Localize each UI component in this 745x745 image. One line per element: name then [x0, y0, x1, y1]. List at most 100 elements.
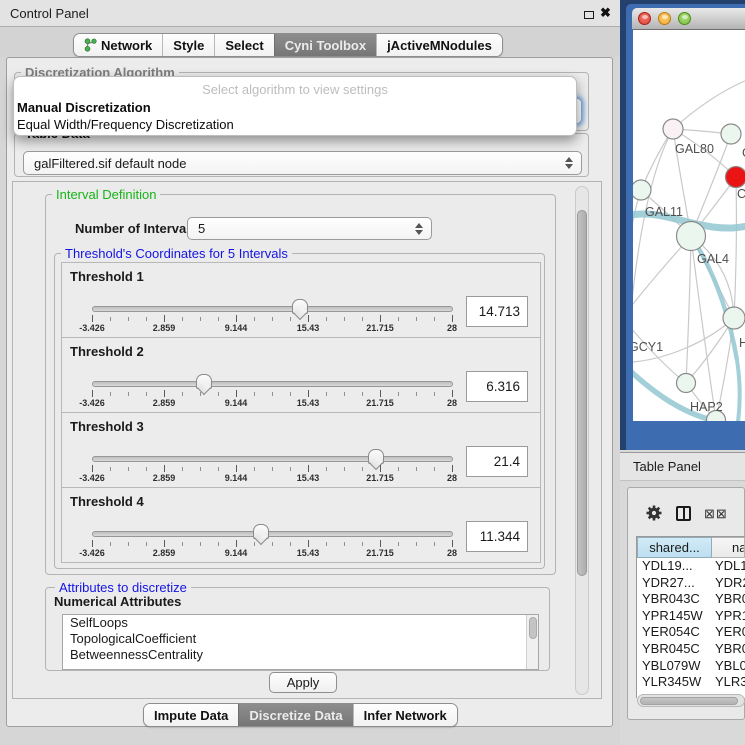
table-row[interactable]: YDL19...YDL1 — [637, 558, 745, 575]
threshold-3-slider-track[interactable] — [92, 456, 453, 462]
zoom-window-icon[interactable] — [678, 12, 691, 25]
network-node-label: C — [737, 187, 745, 201]
network-window-titlebar[interactable] — [632, 8, 745, 30]
column-header-name[interactable]: na — [712, 537, 745, 558]
threshold-3-slider-thumb[interactable] — [368, 449, 384, 464]
split-columns-icon[interactable] — [676, 506, 691, 521]
table-row[interactable]: YBL079WYBL0 — [637, 658, 745, 675]
cell: YER0 — [712, 624, 745, 641]
network-node[interactable] — [726, 167, 745, 188]
cyni-bottom-tabbar: Impute Data Discretize Data Infer Networ… — [143, 703, 458, 727]
table-row[interactable]: YDR27...YDR2 — [637, 575, 745, 592]
apply-button[interactable]: Apply — [269, 672, 337, 693]
settings-scrollbar-thumb[interactable] — [577, 210, 587, 576]
network-node[interactable] — [663, 119, 683, 139]
table-row[interactable]: YLR345WYLR3 — [637, 674, 745, 691]
tick-label: 15.43 — [297, 473, 320, 483]
tick-label: -3.426 — [79, 473, 105, 483]
panel-title: Control Panel — [10, 6, 89, 21]
close-panel-icon[interactable]: ✖ — [600, 5, 611, 21]
tab-network[interactable]: Network — [74, 34, 162, 56]
table-horizontal-scrollbar-thumb[interactable] — [640, 697, 738, 705]
tick-label: 2.859 — [153, 323, 176, 333]
cell: YER054C — [637, 624, 712, 641]
table-row[interactable]: YPR145WYPR1 — [637, 608, 745, 625]
network-view-canvas[interactable]: GAL80GAGAL11CGAL4GCY1HHAP2 — [633, 30, 745, 421]
tab-impute-data[interactable]: Impute Data — [144, 704, 238, 726]
network-node-label: GAL80 — [675, 142, 714, 156]
table-row[interactable]: YER054CYER0 — [637, 624, 745, 641]
tab-jactivemnodules[interactable]: jActiveMNodules — [376, 34, 502, 56]
network-node[interactable] — [677, 222, 706, 251]
attributes-list-scrollbar[interactable] — [526, 615, 538, 669]
table-data-group: Table Data galFiltered.sif default node — [14, 133, 589, 177]
table-horizontal-scrollbar[interactable] — [637, 694, 745, 707]
tick-label: 9.144 — [225, 473, 248, 483]
attributes-group: Attributes to discretize Numerical Attri… — [45, 587, 550, 671]
slider-major-ticks — [92, 465, 453, 472]
network-node[interactable] — [721, 124, 741, 144]
close-window-icon[interactable] — [638, 12, 651, 25]
threshold-2-panel: Threshold 2 -3.426 2.859 9.144 15.43 21.… — [61, 337, 541, 413]
select-none-checkbox-icon[interactable]: ⊠ — [716, 507, 727, 520]
tick-label: 9.144 — [225, 548, 248, 558]
table-panel-titlebar: Table Panel — [620, 452, 745, 481]
threshold-1-slider-track[interactable] — [92, 306, 453, 312]
tick-label: 28 — [447, 473, 457, 483]
slider-major-ticks — [92, 390, 453, 397]
number-of-intervals-combobox[interactable]: 5 — [187, 217, 432, 240]
list-item[interactable]: BetweennessCentrality — [63, 647, 538, 663]
network-node[interactable] — [633, 180, 651, 200]
network-node-label: GAL4 — [697, 252, 729, 266]
popup-option-equal-width-frequency[interactable]: Equal Width/Frequency Discretization — [17, 117, 234, 132]
float-panel-icon[interactable] — [584, 11, 594, 19]
tab-style[interactable]: Style — [162, 34, 214, 56]
threshold-2-value-field[interactable]: 6.316 — [466, 371, 528, 402]
tab-cyni-toolbox[interactable]: Cyni Toolbox — [274, 34, 376, 56]
threshold-rows: Threshold 1 -3.426 2.859 9.144 15.43 21.… — [61, 263, 541, 563]
cell: YBR045C — [637, 641, 712, 658]
network-node-label: GCY1 — [633, 340, 663, 354]
tick-label: 9.144 — [225, 398, 248, 408]
threshold-4-label: Threshold 4 — [70, 494, 144, 509]
threshold-2-label: Threshold 2 — [70, 344, 144, 359]
numerical-attributes-list[interactable]: SelfLoops TopologicalCoefficient Between… — [62, 614, 539, 670]
select-all-checkbox-icon[interactable]: ⊠ — [704, 507, 715, 520]
network-node[interactable] — [677, 374, 696, 393]
tick-label: 21.715 — [366, 548, 394, 558]
list-item[interactable]: SelfLoops — [63, 615, 538, 631]
tick-label: 15.43 — [297, 398, 320, 408]
threshold-3-value-field[interactable]: 21.4 — [466, 446, 528, 477]
cell: YLR3 — [712, 674, 745, 691]
column-header-shared-name[interactable]: shared... — [637, 537, 712, 558]
table-row[interactable]: YBR045CYBR0 — [637, 641, 745, 658]
minimize-window-icon[interactable] — [658, 12, 671, 25]
node-attribute-table[interactable]: shared... na YDL19...YDL1 YDR27...YDR2 Y… — [636, 536, 745, 698]
tab-select[interactable]: Select — [214, 34, 273, 56]
gear-icon[interactable] — [645, 504, 663, 522]
threshold-2-slider-track[interactable] — [92, 381, 453, 387]
tab-infer-network[interactable]: Infer Network — [353, 704, 457, 726]
cell: YBL079W — [637, 658, 712, 675]
table-row[interactable]: YBR043CYBR0 — [637, 591, 745, 608]
cell: YDL1 — [712, 558, 745, 575]
cell: YBL0 — [712, 658, 745, 675]
threshold-1-slider-thumb[interactable] — [292, 299, 308, 314]
table-data-combobox-value: galFiltered.sif default node — [24, 156, 561, 171]
table-data-combobox[interactable]: galFiltered.sif default node — [23, 151, 582, 175]
threshold-1-label: Threshold 1 — [70, 269, 144, 284]
threshold-4-value-field[interactable]: 11.344 — [466, 521, 528, 552]
network-node[interactable] — [723, 307, 745, 329]
number-of-intervals-value: 5 — [188, 221, 411, 236]
tick-label: 28 — [447, 548, 457, 558]
attributes-list-scrollbar-thumb[interactable] — [529, 617, 537, 639]
threshold-4-slider-track[interactable] — [92, 531, 453, 537]
list-item[interactable]: TopologicalCoefficient — [63, 631, 538, 647]
tick-label: 28 — [447, 398, 457, 408]
threshold-2-slider-thumb[interactable] — [196, 374, 212, 389]
popup-option-manual-discretization[interactable]: Manual Discretization — [17, 100, 151, 115]
tick-label: 21.715 — [366, 473, 394, 483]
threshold-1-value-field[interactable]: 14.713 — [466, 296, 528, 327]
threshold-4-slider-thumb[interactable] — [253, 524, 269, 539]
tab-discretize-data[interactable]: Discretize Data — [238, 704, 352, 726]
